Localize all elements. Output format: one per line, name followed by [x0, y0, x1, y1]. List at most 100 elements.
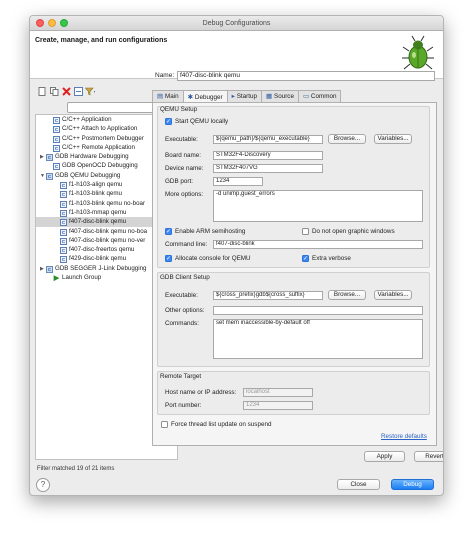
command-line-field[interactable]: f407-disc-blink [213, 240, 423, 249]
tree-item-label: C/C++ Postmortem Debugger [62, 134, 144, 142]
configuration-editor: Name: f407-disc-blink qemu ▤ Main ✱ Debugge… [152, 70, 443, 480]
name-field[interactable]: f407-disc-blink qemu [177, 71, 435, 81]
qemu-variables-button[interactable]: Variables... [374, 134, 412, 144]
tree-item-label: f429-disc-blink qemu [69, 255, 127, 263]
checkmark-icon: ✓ [165, 228, 172, 235]
qemu-browse-button[interactable]: Browse... [328, 134, 366, 144]
c-icon: C [53, 163, 60, 171]
c-icon: C [46, 265, 53, 273]
tab-label: Debugger [194, 93, 223, 101]
command-line-label: Command line: [165, 241, 208, 248]
tab-startup[interactable]: ▸ Startup [226, 90, 263, 102]
debug-configurations-window: Debug Configurations Create, manage, and… [29, 15, 444, 496]
host-field[interactable]: localhost [243, 388, 313, 397]
other-options-field[interactable] [213, 306, 423, 315]
c-icon: C [60, 256, 67, 264]
debugger-tab-panel: QEMU Setup ✓ Start QEMU locally Executabl… [152, 102, 437, 446]
config-tabs: ▤ Main ✱ Debugger ▸ Startup ▦ Source ▭ Common [152, 90, 342, 103]
gdb-browse-button[interactable]: Browse... [328, 290, 366, 300]
remote-group-title: Remote Target [160, 373, 202, 380]
c-icon: C [60, 200, 67, 208]
tree-item-label: C/C++ Attach to Application [62, 125, 138, 133]
c-icon: C [46, 172, 53, 180]
checkmark-icon: ✓ [165, 118, 172, 125]
collapse-icon[interactable] [73, 86, 83, 96]
tree-item-label: f407-disc-blink qemu [69, 218, 127, 226]
gdb-executable-field[interactable]: ${cross_prefix}gdb${cross_suffix} [213, 291, 323, 300]
qemu-group-title: QEMU Setup [160, 106, 198, 113]
minimize-window-button[interactable] [48, 19, 56, 27]
duplicate-icon[interactable] [49, 86, 59, 96]
port-number-field[interactable]: 1234 [243, 401, 313, 410]
launch-icon: ▶ [53, 275, 60, 283]
host-label: Host name or IP address: [165, 389, 237, 396]
tree-item-label: f407-disc-blink qemu no-ver [69, 236, 146, 244]
tree-item-label: f1-h103-align qemu [69, 181, 123, 189]
tree-item-label: Launch Group [62, 274, 102, 282]
tab-label: Startup [236, 93, 258, 100]
gdb-client-setup-group: GDB Client Setup Executable: ${cross_pre… [157, 272, 430, 367]
arm-semihosting-checkbox[interactable]: ✓ Enable ARM semihosting [165, 228, 245, 235]
source-tab-icon: ▦ [266, 93, 272, 100]
startup-tab-icon: ▸ [231, 93, 235, 100]
port-number-label: Port number: [165, 402, 202, 409]
revert-button[interactable]: Revert [414, 451, 443, 462]
gdb-port-field[interactable]: 1234 [213, 177, 263, 186]
tree-item-label: f407-disc-freertos qemu [69, 246, 135, 254]
tree-item-label: f1-h103-blink qemu no-boar [69, 199, 146, 207]
close-button[interactable]: Close [337, 479, 380, 490]
name-label: Name: [155, 72, 175, 79]
extra-verbose-checkbox[interactable]: ✓ Extra verbose [302, 255, 351, 262]
tree-item-label: C/C++ Application [62, 116, 112, 123]
help-button[interactable]: ? [36, 478, 50, 492]
tab-source[interactable]: ▦ Source [261, 90, 299, 102]
c-icon: C [60, 237, 67, 245]
no-graphic-checkbox[interactable]: Do not open graphic windows [302, 228, 395, 235]
commands-field[interactable]: set mem inaccessible-by-default off [213, 319, 423, 359]
device-name-field[interactable]: STM32F407VG [213, 164, 323, 173]
close-window-button[interactable] [36, 19, 44, 27]
debug-button[interactable]: Debug [391, 479, 434, 490]
c-icon: C [53, 144, 60, 152]
filter-status: Filter matched 19 of 21 items [37, 466, 115, 472]
header-title: Create, manage, and run configurations [35, 37, 168, 44]
tree-item-label: f1-h103-mmap qemu [69, 208, 127, 216]
board-name-field[interactable]: STM32F4-Discovery [213, 151, 323, 160]
delete-icon[interactable] [61, 86, 71, 96]
qemu-executable-field[interactable]: ${qemu_path}/${qemu_executable} [213, 135, 323, 144]
debugger-tab-icon: ✱ [187, 93, 193, 101]
c-icon: C [60, 209, 67, 217]
force-thread-checkbox[interactable]: Force thread list update on suspend [161, 421, 271, 428]
new-config-icon[interactable] [37, 86, 47, 96]
start-qemu-checkbox[interactable]: ✓ Start QEMU locally [165, 118, 228, 125]
tab-label: Common [310, 93, 337, 100]
c-icon: C [60, 182, 67, 190]
maximize-window-button[interactable] [60, 19, 68, 27]
more-options-field[interactable]: -d unimp,guest_errors [213, 190, 423, 222]
c-icon: C [46, 154, 53, 162]
qemu-setup-group: QEMU Setup ✓ Start QEMU locally Executabl… [157, 106, 430, 268]
c-icon: C [60, 219, 67, 227]
tree-item-label: f1-h103-blink qemu [69, 190, 122, 198]
other-options-label: Other options: [165, 307, 205, 314]
restore-defaults-link[interactable]: Restore defaults [381, 433, 427, 440]
tree-item-label: f407-disc-blink qemu no-boa [69, 227, 148, 235]
debug-bug-icon [402, 35, 434, 70]
checkmark-icon: ✓ [302, 255, 309, 262]
allocate-console-checkbox[interactable]: ✓ Allocate console for QEMU [165, 255, 251, 262]
common-tab-icon: ▭ [302, 93, 309, 100]
apply-button[interactable]: Apply [364, 451, 405, 462]
gdb-variables-button[interactable]: Variables... [374, 290, 412, 300]
c-icon: C [53, 126, 60, 134]
c-icon: C [60, 191, 67, 199]
more-options-label: More options: [165, 191, 204, 198]
device-name-label: Device name: [165, 165, 204, 172]
tree-item-label: GDB Hardware Debugging [55, 153, 129, 161]
tab-common[interactable]: ▭ Common [297, 90, 342, 102]
tree-item-label: GDB SEGGER J-Link Debugging [55, 264, 147, 272]
tab-label: Main [164, 93, 179, 100]
gdb-port-label: GDB port: [165, 178, 193, 185]
c-icon: C [60, 228, 67, 236]
filter-icon[interactable] [85, 86, 95, 96]
tab-main[interactable]: ▤ Main [152, 90, 184, 102]
